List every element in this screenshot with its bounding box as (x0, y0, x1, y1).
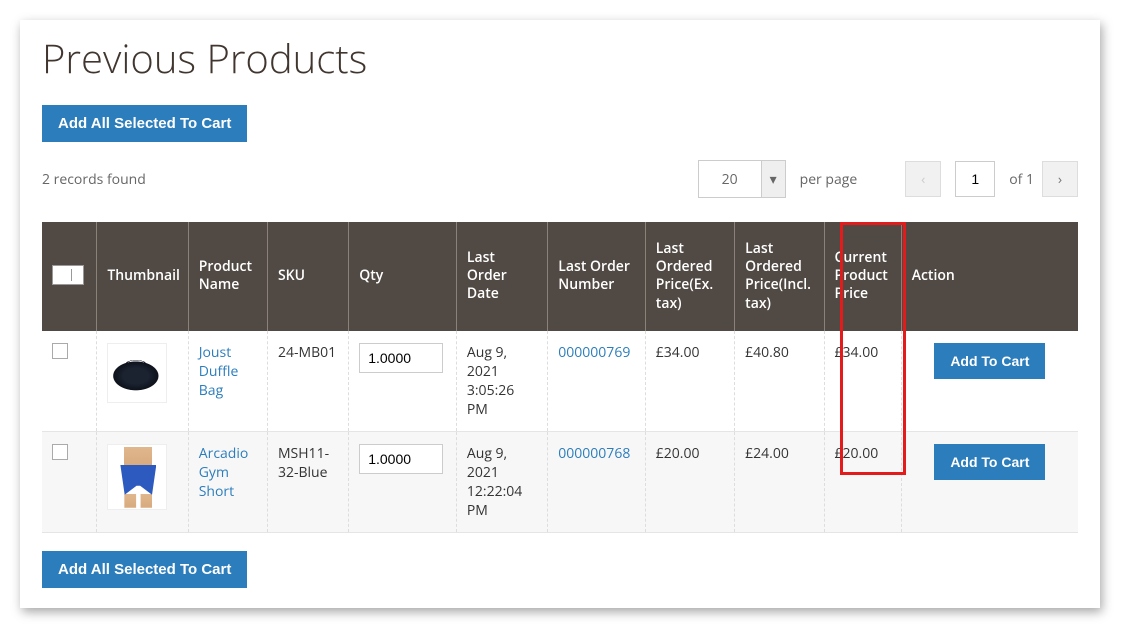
chevron-right-icon: › (1058, 170, 1062, 189)
column-action: Action (901, 222, 1078, 331)
product-name-link[interactable]: Joust Duffle Bag (199, 343, 239, 400)
qty-input[interactable] (359, 444, 443, 474)
last-order-date-cell: Aug 9, 2021 12:22:04 PM (456, 431, 547, 532)
column-current-price: Current Product Price (824, 222, 901, 331)
chevron-down-icon: ▾ (71, 269, 83, 281)
products-table: ▾ Thumbnail Product Name SKU Qty Last Or… (42, 222, 1078, 533)
sku-cell: MSH11-32-Blue (267, 431, 348, 532)
chevron-left-icon: ‹ (921, 170, 925, 189)
prev-page-button[interactable]: ‹ (905, 161, 941, 197)
price-ex-cell: £20.00 (645, 431, 734, 532)
total-pages-label: of 1 (1009, 170, 1034, 189)
column-thumbnail: Thumbnail (97, 222, 188, 331)
sku-cell: 24-MB01 (267, 331, 348, 432)
column-product-name: Product Name (188, 222, 267, 331)
next-page-button[interactable]: › (1042, 161, 1078, 197)
page-number-input[interactable] (955, 161, 995, 197)
current-price-cell: £34.00 (824, 331, 901, 432)
records-found-label: 2 records found (42, 170, 146, 189)
table-row: Arcadio Gym Short MSH11-32-Blue Aug 9, 2… (42, 431, 1078, 532)
add-all-selected-button-top[interactable]: Add All Selected To Cart (42, 105, 247, 142)
table-row: Joust Duffle Bag 24-MB01 Aug 9, 2021 3:0… (42, 331, 1078, 432)
price-ex-cell: £34.00 (645, 331, 734, 432)
order-number-link[interactable]: 000000769 (558, 343, 630, 362)
current-price-cell: £20.00 (824, 431, 901, 532)
per-page-value: 20 (699, 161, 761, 197)
column-last-price-in: Last Ordered Price(Incl. tax) (735, 222, 824, 331)
checkbox-icon (55, 268, 69, 282)
add-all-selected-button-bottom[interactable]: Add All Selected To Cart (42, 551, 247, 588)
row-checkbox[interactable] (52, 444, 68, 460)
column-last-order-date: Last Order Date (456, 222, 547, 331)
order-number-link[interactable]: 000000768 (558, 444, 630, 463)
qty-input[interactable] (359, 343, 443, 373)
column-qty: Qty (349, 222, 457, 331)
column-select-all: ▾ (42, 222, 97, 331)
pager: 20 ▾ per page ‹ of 1 › (698, 160, 1078, 198)
select-all-dropdown[interactable]: ▾ (52, 265, 84, 285)
per-page-select[interactable]: 20 ▾ (698, 160, 786, 198)
product-thumbnail (107, 444, 167, 510)
product-thumbnail (107, 343, 167, 403)
chevron-down-icon[interactable]: ▾ (761, 161, 785, 197)
column-last-price-ex: Last Ordered Price(Ex. tax) (645, 222, 734, 331)
product-name-link[interactable]: Arcadio Gym Short (199, 444, 249, 501)
last-order-date-cell: Aug 9, 2021 3:05:26 PM (456, 331, 547, 432)
add-to-cart-button[interactable]: Add To Cart (934, 343, 1045, 379)
per-page-label: per page (800, 170, 858, 189)
column-sku: SKU (267, 222, 348, 331)
column-last-order-number: Last Order Number (548, 222, 646, 331)
add-to-cart-button[interactable]: Add To Cart (934, 444, 1045, 480)
row-checkbox[interactable] (52, 343, 68, 359)
price-in-cell: £40.80 (735, 331, 824, 432)
page-title: Previous Products (20, 20, 1100, 105)
price-in-cell: £24.00 (735, 431, 824, 532)
